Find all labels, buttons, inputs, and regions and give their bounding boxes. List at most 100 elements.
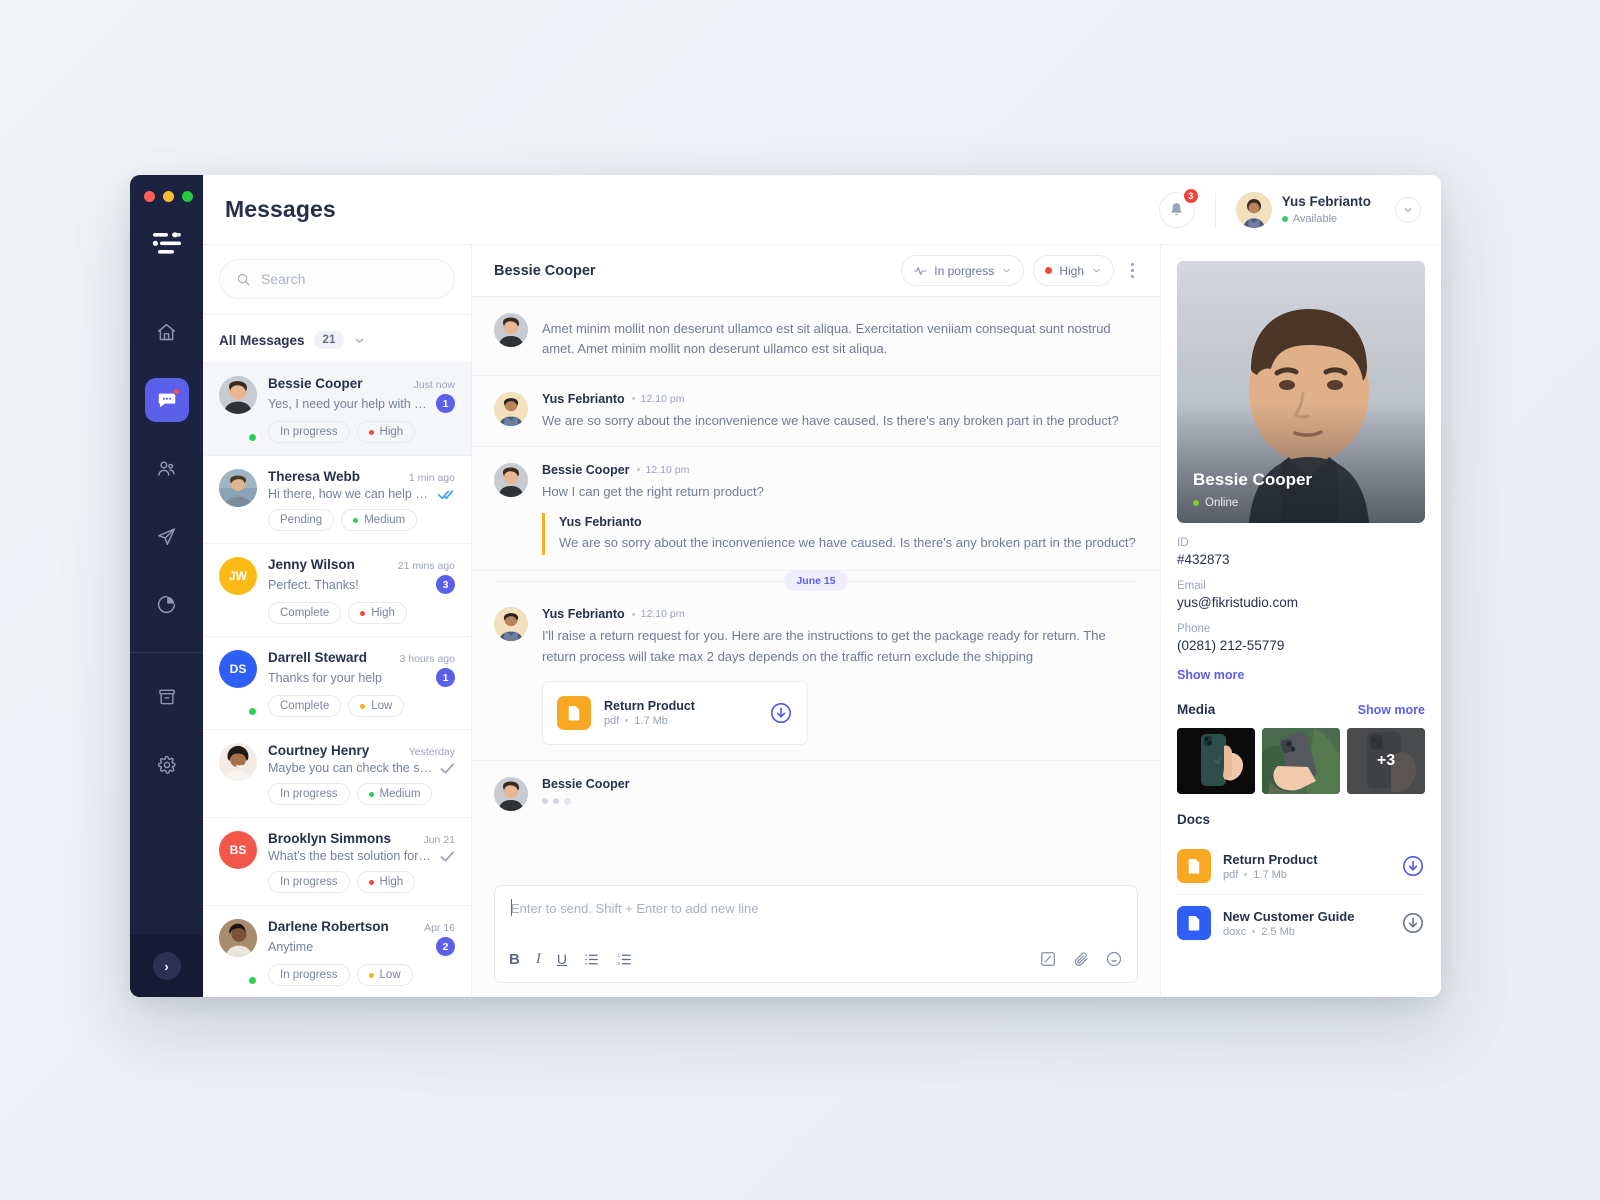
conversation-item[interactable]: Bessie Cooper Just now Yes, I need your …	[203, 363, 471, 456]
conversation-tag[interactable]: In progress	[268, 871, 350, 893]
tag-label: Complete	[280, 700, 330, 712]
conversation-tag[interactable]: Complete	[268, 602, 342, 624]
priority-dropdown[interactable]: High	[1033, 255, 1114, 286]
conversation-header-row: Bessie Cooper Just now	[268, 376, 455, 391]
conversation-item[interactable]: Theresa Webb 1 min ago Hi there, how we …	[203, 456, 471, 544]
attachment-meta: pdf 1.7 Mb	[604, 715, 695, 727]
pie-chart-icon	[156, 594, 177, 615]
sidebar-item-analytics[interactable]	[145, 582, 189, 626]
docs-section: Docs Return Product pdf 1.7 Mb New Custom…	[1161, 794, 1441, 951]
unread-badge: 1	[436, 668, 455, 687]
unread-badge: 1	[436, 394, 455, 413]
message-timestamp: 12.10 pm	[631, 608, 684, 620]
conversation-tag[interactable]: Medium	[341, 509, 418, 531]
conversation-tag[interactable]: In progress	[268, 783, 350, 805]
doc-item[interactable]: New Customer Guide doxc 2.5 Mb	[1177, 895, 1425, 951]
conversation-item[interactable]: BS Brooklyn Simmons Jun 21 What's the be…	[203, 818, 471, 906]
unread-indicator-dot	[172, 388, 180, 395]
conversation-header-row: Brooklyn Simmons Jun 21	[268, 831, 455, 846]
conversation-content: Jenny Wilson 21 mins ago Perfect. Thanks…	[268, 557, 455, 624]
status-dropdown[interactable]: In porgress	[901, 255, 1025, 286]
chevron-down-icon[interactable]	[1395, 196, 1421, 223]
conversation-item[interactable]: JW Jenny Wilson 21 mins ago Perfect. Tha…	[203, 544, 471, 637]
tag-label: In progress	[280, 969, 338, 981]
avatar	[219, 743, 257, 781]
search-input[interactable]	[261, 271, 438, 287]
message-attachment[interactable]: Return Product pdf 1.7 Mb	[542, 680, 808, 745]
message-composer[interactable]: Enter to send. Shift + Enter to add new …	[494, 885, 1138, 983]
kebab-dot	[1131, 275, 1134, 278]
italic-button[interactable]: I	[536, 951, 541, 968]
message-thread: Amet minim mollit non deserunt ullamco e…	[472, 297, 1160, 885]
conversation-content: Darlene Robertson Apr 16 Anytime 2 In pr…	[268, 919, 455, 986]
close-window-button[interactable]	[144, 191, 155, 202]
conversation-tag[interactable]: High	[356, 421, 416, 443]
conversation-tag[interactable]: In progress	[268, 421, 350, 443]
attachment-icon[interactable]	[1072, 950, 1090, 968]
doc-file-icon	[1177, 906, 1211, 940]
composer-toolbar: B I U 1 2	[495, 942, 1137, 982]
minimize-window-button[interactable]	[163, 191, 174, 202]
download-icon[interactable]	[769, 701, 793, 725]
conversation-tag[interactable]: Medium	[356, 783, 433, 805]
sidebar-item-home[interactable]	[145, 310, 189, 354]
sidebar-item-settings[interactable]	[145, 743, 189, 787]
expand-sidebar-button[interactable]: ›	[152, 952, 181, 980]
bold-button[interactable]: B	[509, 951, 520, 968]
home-icon	[156, 322, 177, 343]
message-author: Bessie Cooper	[542, 462, 630, 477]
separator-dot-icon	[625, 719, 629, 723]
notification-count-badge: 3	[1182, 187, 1199, 204]
conversation-tag[interactable]: Low	[356, 964, 413, 986]
tag-label: In progress	[280, 876, 338, 888]
sidebar-item-archive[interactable]	[145, 675, 189, 719]
conversation-item[interactable]: DS Darrell Steward 3 hours ago Thanks fo…	[203, 637, 471, 730]
chat-more-options-button[interactable]	[1123, 259, 1142, 282]
attachment-info: Return Product pdf 1.7 Mb	[604, 699, 695, 727]
contact-show-more-link[interactable]: Show more	[1177, 668, 1244, 682]
sidebar-item-contacts[interactable]	[145, 446, 189, 490]
sidebar-item-send[interactable]	[145, 514, 189, 558]
messages-filter[interactable]: All Messages 21	[203, 315, 471, 363]
media-thumbnail[interactable]	[1262, 728, 1340, 794]
message-input[interactable]: Enter to send. Shift + Enter to add new …	[495, 886, 1137, 942]
numbered-list-icon[interactable]: 12	[616, 951, 633, 968]
message-text: I'll raise a return request for you. Her…	[542, 628, 1106, 664]
bulleted-list-icon[interactable]	[583, 951, 600, 968]
notifications-button[interactable]: 3	[1158, 187, 1199, 228]
conversation-snippet: Perfect. Thanks!	[268, 577, 359, 592]
conversation-tags: In progress Medium	[268, 783, 455, 805]
conversation-tag[interactable]: High	[348, 602, 407, 624]
conversation-tag[interactable]: Pending	[268, 509, 335, 531]
conversation-timestamp: Just now	[413, 379, 455, 391]
maximize-window-button[interactable]	[182, 191, 193, 202]
conversation-tag[interactable]: Complete	[268, 695, 342, 717]
conversation-tag[interactable]: Low	[348, 695, 405, 717]
chevron-down-icon[interactable]	[353, 334, 366, 347]
media-show-more-link[interactable]: Show more	[1358, 703, 1425, 717]
conversation-tag[interactable]: In progress	[268, 964, 350, 986]
conversation-header-row: Jenny Wilson 21 mins ago	[268, 557, 455, 572]
media-section: Media Show more +3	[1161, 684, 1441, 794]
download-icon[interactable]	[1401, 911, 1425, 935]
conversation-item[interactable]: Courtney Henry Yesterday Maybe you can c…	[203, 730, 471, 818]
conversation-item[interactable]: Darlene Robertson Apr 16 Anytime 2 In pr…	[203, 906, 471, 997]
doc-item[interactable]: Return Product pdf 1.7 Mb	[1177, 838, 1425, 895]
user-menu[interactable]: Yus Febrianto Available	[1235, 191, 1421, 228]
media-thumbnail[interactable]	[1177, 728, 1255, 794]
conversation-tag[interactable]: High	[356, 871, 416, 893]
conversation-preview-row: Thanks for your help 1	[268, 668, 455, 687]
emoji-icon[interactable]	[1105, 950, 1123, 968]
media-thumbnail-overflow[interactable]: +3	[1347, 728, 1425, 794]
conversation-header-row: Theresa Webb 1 min ago	[268, 469, 455, 484]
online-status-dot-icon	[247, 432, 258, 443]
message-item: Yus Febrianto 12.10 pm We are so sorry a…	[472, 376, 1160, 447]
note-icon[interactable]	[1039, 950, 1057, 968]
sidebar-item-messages[interactable]	[144, 378, 189, 422]
underline-button[interactable]: U	[557, 951, 567, 967]
page-title: Messages	[225, 196, 336, 222]
svg-text:2: 2	[617, 961, 620, 967]
download-icon[interactable]	[1401, 854, 1425, 878]
pdf-file-icon	[1177, 849, 1211, 883]
search-box[interactable]	[219, 259, 455, 299]
